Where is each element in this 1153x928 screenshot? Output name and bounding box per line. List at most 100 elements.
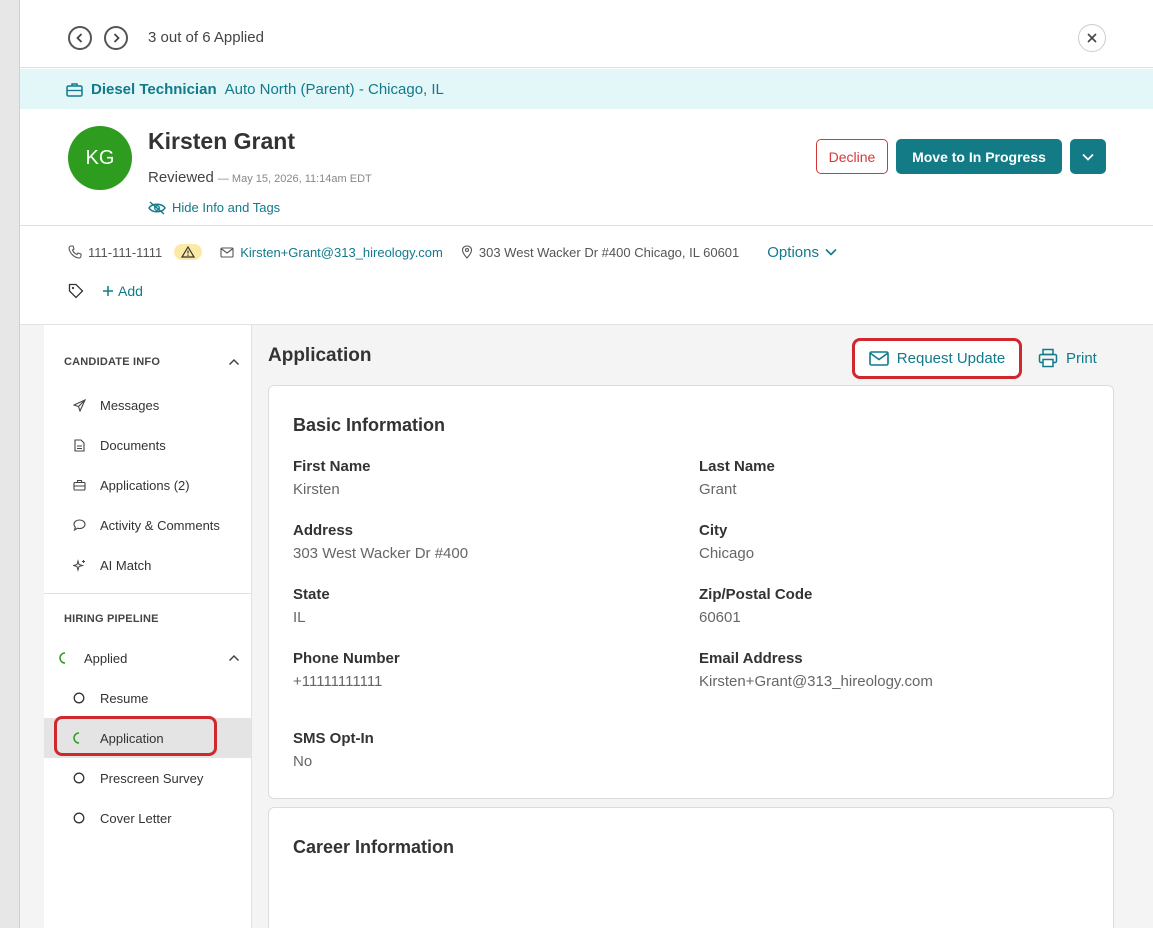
divider bbox=[44, 593, 251, 594]
sidebar-item-documents[interactable]: Documents bbox=[44, 425, 251, 465]
tag-row: Add bbox=[68, 283, 143, 299]
job-banner: Diesel Technician Auto North (Parent) - … bbox=[20, 69, 1153, 109]
email-item: Kirsten+Grant@313_hireology.com bbox=[220, 245, 443, 260]
printer-icon bbox=[1038, 348, 1058, 368]
sidebar-item-ai-match[interactable]: AI Match bbox=[44, 545, 251, 585]
add-tag-button[interactable]: Add bbox=[102, 283, 143, 299]
chevron-left-icon bbox=[76, 33, 83, 43]
options-label: Options bbox=[767, 243, 819, 261]
chevron-up-icon[interactable] bbox=[228, 356, 240, 368]
field-email: Email Address Kirsten+Grant@313_hireolog… bbox=[699, 650, 933, 690]
mail-icon bbox=[220, 246, 234, 258]
page-title: Application bbox=[268, 345, 372, 366]
circle-icon bbox=[72, 811, 86, 825]
field-address: Address 303 West Wacker Dr #400 bbox=[293, 522, 468, 562]
close-button[interactable] bbox=[1078, 24, 1106, 52]
sidebar-item-label: Messages bbox=[100, 397, 160, 413]
career-information-card: Career Information bbox=[268, 807, 1114, 928]
mail-icon bbox=[868, 351, 889, 366]
field-label: Email Address bbox=[699, 650, 803, 667]
sidebar-item-label: Activity & Comments bbox=[100, 517, 220, 533]
pipeline-stage-applied[interactable]: Applied bbox=[44, 638, 251, 678]
divider bbox=[20, 225, 1153, 226]
field-zip: Zip/Postal Code 60601 bbox=[699, 586, 812, 626]
status-timestamp: — May 15, 2026, 11:14am EDT bbox=[217, 173, 372, 185]
print-label: Print bbox=[1066, 349, 1097, 367]
phone-number: 111-111-1111 bbox=[88, 244, 163, 260]
pipeline-stage-label: Applied bbox=[84, 650, 128, 666]
briefcase-icon bbox=[72, 478, 86, 492]
chevron-right-icon bbox=[113, 33, 120, 43]
add-tag-label: Add bbox=[118, 283, 143, 299]
field-city: City Chicago bbox=[699, 522, 754, 562]
next-candidate-button[interactable] bbox=[104, 26, 128, 50]
field-label: City bbox=[699, 522, 728, 539]
address-item: 303 West Wacker Dr #400 Chicago, IL 6060… bbox=[461, 245, 739, 260]
warning-badge[interactable] bbox=[174, 244, 203, 260]
field-value: +11111111111 bbox=[293, 673, 383, 690]
field-value: Chicago bbox=[699, 545, 755, 562]
briefcase-icon bbox=[66, 82, 83, 97]
warning-icon bbox=[181, 246, 196, 258]
progress-icon bbox=[58, 651, 72, 665]
field-value: No bbox=[293, 753, 313, 770]
avatar: KG bbox=[68, 126, 132, 190]
options-dropdown[interactable]: Options bbox=[767, 244, 837, 261]
field-label: Address bbox=[293, 522, 354, 539]
sidebar-item-applications[interactable]: Applications (2) bbox=[44, 465, 251, 505]
card-title: Basic Information bbox=[293, 415, 446, 435]
hide-info-toggle[interactable]: Hide Info and Tags bbox=[148, 200, 280, 215]
email-link[interactable]: Kirsten+Grant@313_hireology.com bbox=[240, 245, 443, 260]
field-sms-opt-in: SMS Opt-In No bbox=[293, 730, 374, 770]
map-pin-icon bbox=[461, 245, 472, 259]
sidebar-item-label: AI Match bbox=[100, 557, 152, 573]
field-last-name: Last Name Grant bbox=[699, 458, 775, 498]
eye-slash-icon bbox=[148, 200, 166, 215]
address-text: 303 West Wacker Dr #400 Chicago, IL 6060… bbox=[478, 244, 740, 260]
status-text: Reviewed bbox=[148, 169, 214, 186]
field-label: First Name bbox=[293, 458, 371, 475]
pipeline-item-label: Prescreen Survey bbox=[100, 770, 204, 786]
chevron-down-icon bbox=[825, 248, 837, 256]
circle-icon bbox=[72, 691, 86, 705]
application-highlight bbox=[54, 716, 217, 756]
basic-information-card: Basic Information First Name Kirsten Las… bbox=[268, 385, 1114, 799]
phone-item: 111-111-1111 bbox=[68, 244, 203, 260]
field-label: Phone Number bbox=[293, 650, 400, 667]
field-label: Last Name bbox=[699, 458, 775, 475]
sidebar: CANDIDATE INFO Messages Documents Applic… bbox=[44, 325, 252, 928]
job-title-link[interactable]: Diesel Technician bbox=[91, 81, 217, 98]
field-label: State bbox=[293, 586, 330, 603]
decline-button[interactable]: Decline bbox=[816, 139, 888, 174]
comment-icon bbox=[72, 518, 86, 532]
field-first-name: First Name Kirsten bbox=[293, 458, 371, 498]
top-bar: 3 out of 6 Applied bbox=[20, 0, 1153, 68]
previous-candidate-button[interactable] bbox=[68, 26, 92, 50]
candidate-name: Kirsten Grant bbox=[148, 128, 295, 154]
chevron-up-icon[interactable] bbox=[228, 652, 240, 664]
pipeline-item-prescreen-survey[interactable]: Prescreen Survey bbox=[44, 758, 251, 798]
candidate-counter: 3 out of 6 Applied bbox=[148, 29, 264, 46]
field-label: Zip/Postal Code bbox=[699, 586, 813, 603]
request-update-label: Request Update bbox=[896, 350, 1006, 367]
request-update-button[interactable]: Request Update bbox=[852, 338, 1022, 379]
candidate-status: Reviewed — May 15, 2026, 11:14am EDT bbox=[148, 169, 372, 186]
move-to-in-progress-button[interactable]: Move to In Progress bbox=[896, 139, 1062, 174]
hide-info-label: Hide Info and Tags bbox=[172, 200, 281, 215]
circle-icon bbox=[72, 771, 86, 785]
pipeline-item-cover-letter[interactable]: Cover Letter bbox=[44, 798, 251, 838]
more-actions-button[interactable] bbox=[1070, 139, 1106, 174]
print-button[interactable]: Print bbox=[1038, 348, 1097, 368]
sidebar-item-activity[interactable]: Activity & Comments bbox=[44, 505, 251, 545]
field-value: IL bbox=[293, 609, 306, 626]
field-value: 60601 bbox=[699, 609, 741, 626]
pipeline-item-label: Cover Letter bbox=[100, 810, 172, 826]
candidate-panel: 3 out of 6 Applied Diesel Technician Aut… bbox=[20, 0, 1153, 928]
chevron-down-icon bbox=[1082, 153, 1094, 161]
pipeline-item-resume[interactable]: Resume bbox=[44, 678, 251, 718]
field-value: Grant bbox=[699, 481, 737, 498]
contact-row: 111-111-1111 Kirsten+Grant@313_hireology… bbox=[68, 242, 837, 262]
field-value: Kirsten+Grant@313_hireology.com bbox=[699, 673, 933, 690]
sidebar-item-messages[interactable]: Messages bbox=[44, 385, 251, 425]
phone-icon bbox=[68, 245, 82, 259]
